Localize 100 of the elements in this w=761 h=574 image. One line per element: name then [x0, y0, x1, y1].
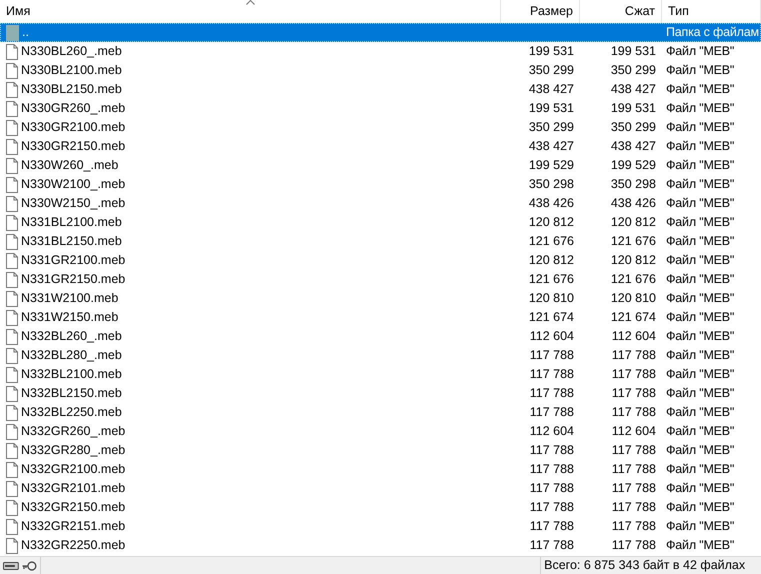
file-icon — [6, 196, 18, 212]
file-icon — [6, 442, 18, 458]
file-icon — [6, 366, 18, 382]
file-type: Файл "MEB" — [666, 272, 734, 286]
file-name: N330BL260_.meb — [21, 43, 122, 60]
file-row[interactable]: N331GR2150.meb 121 676 121 676 Файл "MEB" — [0, 270, 761, 289]
file-row[interactable]: N332GR280_.meb 117 788 117 788 Файл "MEB" — [0, 441, 761, 460]
packed-size: 117 788 — [612, 519, 656, 533]
file-size: 121 676 — [528, 272, 574, 286]
packed-size: 117 788 — [612, 481, 656, 495]
file-type: Файл "MEB" — [666, 386, 734, 400]
file-type: Файл "MEB" — [666, 462, 734, 476]
file-name: N332GR260_.meb — [21, 423, 126, 440]
file-size: 112 604 — [530, 424, 574, 438]
file-icon — [6, 538, 18, 554]
file-icon — [6, 462, 18, 478]
file-size: 199 529 — [528, 158, 574, 172]
file-type: Файл "MEB" — [666, 44, 734, 58]
file-type: Файл "MEB" — [666, 405, 734, 419]
packed-size: 117 788 — [612, 500, 656, 514]
file-name: N332GR2250.meb — [21, 537, 126, 554]
packed-size: 199 529 — [610, 158, 656, 172]
key-icon[interactable] — [22, 560, 37, 570]
file-row[interactable]: N330GR2150.meb 438 427 438 427 Файл "MEB" — [0, 137, 761, 156]
file-size: 120 810 — [528, 291, 574, 305]
file-name: N330GR2150.meb — [21, 138, 126, 156]
file-name: N331BL2100.meb — [21, 214, 122, 232]
file-row[interactable]: N332GR2101.meb 117 788 117 788 Файл "MEB" — [0, 479, 761, 498]
packed-size: 117 788 — [612, 386, 656, 400]
packed-size: 438 426 — [610, 196, 656, 210]
file-row[interactable]: N332BL280_.meb 117 788 117 788 Файл "MEB" — [0, 346, 761, 365]
packed-size: 120 810 — [610, 291, 656, 305]
file-type: Файл "MEB" — [666, 177, 734, 191]
file-row[interactable]: N330BL260_.meb 199 531 199 531 Файл "MEB" — [0, 42, 761, 61]
file-icon — [6, 272, 18, 288]
file-type: Файл "MEB" — [666, 443, 734, 457]
file-row[interactable]: .. Папка с файлам — [0, 23, 761, 42]
file-icon — [6, 404, 18, 420]
file-name: N331GR2100.meb — [21, 252, 126, 270]
packed-size: 438 427 — [610, 82, 656, 96]
file-row[interactable]: N330W2150_.meb 438 426 438 426 Файл "MEB" — [0, 194, 761, 213]
file-row[interactable]: N332GR260_.meb 112 604 112 604 Файл "MEB" — [0, 422, 761, 441]
file-size: 120 812 — [528, 253, 574, 267]
file-row[interactable]: N332GR2100.meb 117 788 117 788 Файл "MEB" — [0, 460, 761, 479]
file-icon — [6, 120, 18, 136]
file-type: Файл "MEB" — [666, 63, 734, 77]
file-row[interactable]: N332BL2150.meb 117 788 117 788 Файл "MEB" — [0, 384, 761, 403]
file-row[interactable]: N332GR2151.meb 117 788 117 788 Файл "MEB" — [0, 517, 761, 536]
file-row[interactable]: N330GR2100.meb 350 299 350 299 Файл "MEB" — [0, 118, 761, 137]
file-row[interactable]: N330BL2100.meb 350 299 350 299 Файл "MEB" — [0, 61, 761, 80]
file-size: 117 788 — [530, 538, 574, 552]
file-size: 121 676 — [528, 234, 574, 248]
file-name: .. — [22, 24, 29, 42]
file-type: Файл "MEB" — [666, 139, 734, 153]
file-row[interactable]: N331BL2150.meb 121 676 121 676 Файл "MEB" — [0, 232, 761, 251]
file-name: N331BL2150.meb — [21, 233, 122, 250]
status-text: Всего: 6 875 343 байт в 42 файлах — [543, 557, 746, 574]
file-row[interactable]: N330W2100_.meb 350 298 350 298 Файл "MEB" — [0, 175, 761, 194]
file-size: 438 426 — [528, 196, 574, 210]
drive-icon[interactable] — [3, 562, 19, 570]
packed-size: 117 788 — [612, 462, 656, 476]
file-name: N332GR2151.meb — [21, 518, 126, 536]
file-icon — [6, 480, 18, 496]
column-header[interactable]: Размер — [530, 2, 573, 21]
file-name: N331W2150.meb — [21, 309, 118, 326]
file-size: 199 531 — [528, 44, 574, 58]
packed-size: 199 531 — [610, 44, 656, 58]
column-header[interactable]: Имя — [6, 2, 30, 21]
file-row[interactable]: N332GR2250.meb 117 788 117 788 Файл "MEB" — [0, 536, 761, 555]
file-name: N331W2100.meb — [21, 290, 118, 308]
file-row[interactable]: N331BL2100.meb 120 812 120 812 Файл "MEB" — [0, 213, 761, 232]
file-size: 117 788 — [530, 348, 574, 362]
file-row[interactable]: N330GR260_.meb 199 531 199 531 Файл "MEB" — [0, 99, 761, 118]
file-row[interactable]: N332BL2100.meb 117 788 117 788 Файл "MEB" — [0, 365, 761, 384]
file-row[interactable]: N331W2100.meb 120 810 120 810 Файл "MEB" — [0, 289, 761, 308]
file-row[interactable]: N332GR2150.meb 117 788 117 788 Файл "MEB" — [0, 498, 761, 517]
packed-size: 350 299 — [610, 63, 656, 77]
file-row[interactable]: N331GR2100.meb 120 812 120 812 Файл "MEB" — [0, 251, 761, 270]
file-row[interactable]: N331W2150.meb 121 674 121 674 Файл "MEB" — [0, 308, 761, 327]
file-icon — [6, 234, 18, 250]
file-row[interactable]: N330W260_.meb 199 529 199 529 Файл "MEB" — [0, 156, 761, 175]
packed-size: 120 812 — [610, 215, 656, 229]
file-row[interactable]: N330BL2150.meb 438 427 438 427 Файл "MEB" — [0, 80, 761, 99]
column-header[interactable]: Тип — [668, 2, 689, 21]
file-icon — [6, 214, 18, 230]
packed-size: 350 298 — [610, 177, 656, 191]
file-row[interactable]: N332BL2250.meb 117 788 117 788 Файл "MEB" — [0, 403, 761, 422]
packed-size: 112 604 — [612, 329, 656, 343]
file-name: N330W2100_.meb — [21, 176, 126, 194]
file-type: Файл "MEB" — [666, 234, 734, 248]
file-icon — [6, 424, 18, 440]
file-size: 120 812 — [528, 215, 574, 229]
packed-size: 117 788 — [612, 443, 656, 457]
file-name: N330BL2150.meb — [21, 81, 122, 98]
file-type: Файл "MEB" — [666, 310, 734, 324]
file-size: 112 604 — [530, 329, 574, 343]
packed-size: 121 676 — [610, 272, 656, 286]
file-row[interactable]: N332BL260_.meb 112 604 112 604 Файл "MEB" — [0, 327, 761, 346]
column-header[interactable]: Сжат — [624, 2, 655, 21]
file-size: 350 298 — [528, 177, 574, 191]
